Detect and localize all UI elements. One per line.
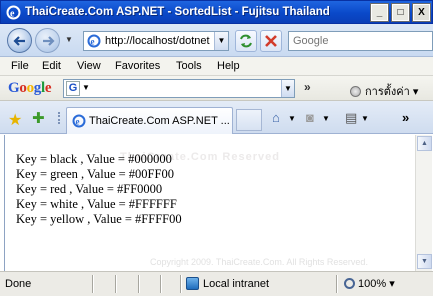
back-button[interactable]: [7, 28, 32, 53]
google-logo-letter: o: [26, 80, 35, 96]
menu-favorites[interactable]: Favorites: [115, 60, 160, 72]
google-logo[interactable]: Google: [8, 80, 52, 97]
back-arrow-icon: [13, 36, 25, 46]
tab-active[interactable]: e ThaiCreate.Com ASP.NET ...: [66, 107, 233, 134]
more-tools-chevron[interactable]: »: [402, 110, 409, 125]
list-item: Key = yellow , Value = #FFFF00: [16, 212, 182, 226]
google-toolbar: Google G ▼ ▼ » การตั้งค่า ▾: [0, 76, 433, 101]
google-logo-letter: o: [19, 80, 27, 96]
svg-text:e: e: [76, 117, 80, 127]
scroll-down-button[interactable]: ▼: [417, 254, 432, 269]
google-settings-button[interactable]: การตั้งค่า ▾: [350, 82, 418, 100]
list-item: Key = green , Value = #00FF00: [16, 167, 174, 181]
refresh-icon: [240, 34, 252, 48]
more-buttons-chevron[interactable]: »: [304, 80, 311, 94]
ie-logo-icon: e: [87, 34, 101, 48]
gear-icon: [350, 86, 361, 97]
zoom-control[interactable]: 100% ▾: [344, 277, 395, 290]
refresh-button[interactable]: [235, 30, 257, 52]
print-icon[interactable]: ▤: [345, 110, 357, 126]
maximize-button[interactable]: □: [391, 3, 410, 22]
rss-dropdown[interactable]: ▼: [322, 114, 330, 123]
watermark-copyright: Copyright 2009. ThaiCreate.Com. All Righ…: [150, 257, 368, 267]
stop-icon: [265, 35, 277, 47]
status-separator: [180, 275, 182, 293]
recent-pages-dropdown[interactable]: ▼: [65, 35, 73, 44]
sorted-list-output: Key = black , Value = #000000 Key = gree…: [16, 152, 182, 227]
status-separator: [138, 275, 140, 293]
menu-help[interactable]: Help: [217, 60, 240, 72]
address-bar[interactable]: e http://localhost/dotnet ▼: [83, 31, 229, 51]
print-dropdown[interactable]: ▼: [361, 114, 369, 123]
title-bar: e ThaiCreate.Com ASP.NET - SortedList - …: [0, 0, 433, 24]
zoom-icon: [344, 278, 355, 289]
window-title: ThaiCreate.Com ASP.NET - SortedList - Fu…: [25, 6, 330, 18]
forward-arrow-icon: [43, 36, 55, 46]
ie-logo-icon: e: [6, 5, 21, 20]
google-logo-letter: e: [44, 80, 52, 96]
page-content: ThaiCreate.Com Reserved Key = black , Va…: [4, 135, 415, 271]
menu-bar: File Edit View Favorites Tools Help: [0, 57, 433, 76]
svg-text:e: e: [91, 37, 95, 47]
address-url[interactable]: http://localhost/dotnet: [105, 35, 210, 47]
google-engine-icon[interactable]: G: [66, 81, 80, 96]
zoom-level: 100%: [358, 278, 387, 290]
home-dropdown[interactable]: ▼: [288, 114, 296, 123]
status-separator: [160, 275, 162, 293]
engine-dropdown[interactable]: ▼: [82, 83, 90, 92]
rss-icon[interactable]: ◙: [306, 110, 314, 125]
add-favorite-icon[interactable]: ✚: [32, 109, 45, 127]
search-box[interactable]: [288, 31, 433, 51]
list-item: Key = white , Value = #FFFFFF: [16, 197, 177, 211]
settings-label: การตั้งค่า: [365, 86, 410, 98]
favorites-star-icon[interactable]: ★: [8, 110, 22, 130]
status-separator: [92, 275, 94, 293]
status-bar: Done Local intranet 100% ▾: [0, 271, 433, 296]
list-item: Key = black , Value = #000000: [16, 152, 172, 166]
home-icon[interactable]: ⌂: [272, 110, 280, 125]
tab-label: ThaiCreate.Com ASP.NET ...: [89, 115, 230, 127]
vertical-scrollbar[interactable]: ▲ ▼: [415, 135, 432, 271]
status-text: Done: [5, 278, 32, 290]
search-input[interactable]: [293, 35, 423, 47]
globe-icon: [186, 277, 199, 290]
ie-logo-icon: e: [72, 114, 86, 128]
menu-edit[interactable]: Edit: [42, 60, 61, 72]
new-tab-button[interactable]: [236, 109, 262, 131]
status-separator: [115, 275, 117, 293]
address-dropdown[interactable]: ▼: [214, 32, 228, 50]
google-search-box[interactable]: G ▼ ▼: [63, 79, 295, 98]
tab-bar: ★ ✚ e ThaiCreate.Com ASP.NET ... ⌂ ▼ ◙ ▼…: [0, 101, 433, 134]
forward-button[interactable]: [35, 28, 60, 53]
navigation-bar: ▼ e http://localhost/dotnet ▼: [0, 24, 433, 57]
google-logo-letter: g: [33, 80, 42, 96]
list-item: Key = red , Value = #FF0000: [16, 182, 163, 196]
minimize-button[interactable]: _: [370, 3, 389, 22]
google-search-dropdown[interactable]: ▼: [281, 80, 294, 97]
stop-button[interactable]: [260, 30, 282, 52]
status-separator: [336, 275, 338, 293]
google-logo-letter: G: [8, 80, 20, 96]
menu-tools[interactable]: Tools: [176, 60, 202, 72]
menu-view[interactable]: View: [77, 60, 101, 72]
menu-file[interactable]: File: [11, 60, 29, 72]
security-zone[interactable]: Local intranet: [186, 277, 269, 290]
quick-tabs-grip[interactable]: [58, 112, 64, 124]
svg-text:e: e: [10, 9, 15, 20]
close-button[interactable]: X: [412, 3, 431, 22]
zone-label: Local intranet: [203, 278, 270, 290]
scroll-up-button[interactable]: ▲: [417, 136, 432, 151]
